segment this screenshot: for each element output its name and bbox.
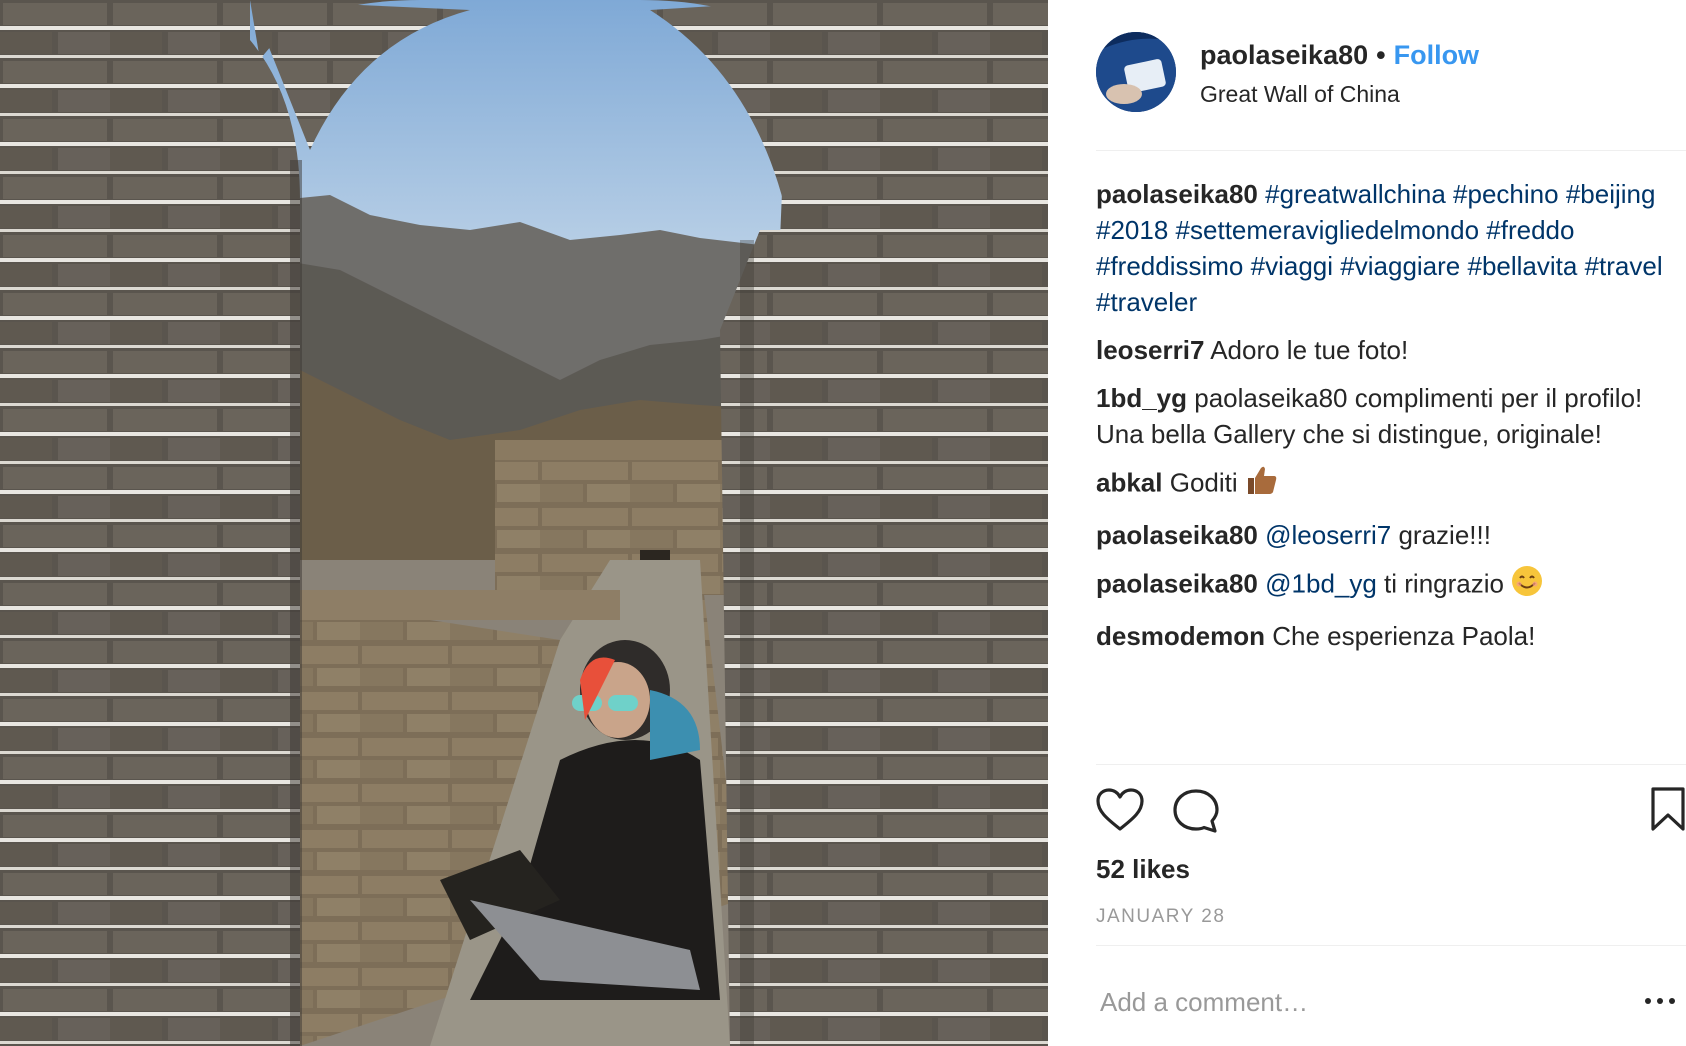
instagram-post-modal: paolaseika80 • Follow Great Wall of China … (0, 0, 1686, 1046)
hashtag-link[interactable]: #greatwallchina (1265, 179, 1446, 209)
smile-emoji-icon (1511, 565, 1543, 606)
comment-text: ti ringrazio (1376, 568, 1512, 599)
comment-text: Che esperienza Paola! (1272, 621, 1536, 651)
comment-divider (1096, 945, 1686, 946)
hashtag-link[interactable]: #bellavita (1468, 251, 1578, 281)
actions-bar (1096, 786, 1686, 839)
comment-text (1446, 179, 1453, 209)
actions-divider (1096, 764, 1686, 765)
comment-item: paolaseika80 @1bd_yg ti ringrazio (1096, 565, 1676, 606)
post-sidebar: paolaseika80 • Follow Great Wall of China … (1048, 0, 1686, 1046)
comment-username[interactable]: paolaseika80 (1096, 568, 1258, 598)
follow-button[interactable]: Follow (1394, 40, 1479, 70)
hashtag-link[interactable]: #2018 (1096, 215, 1168, 245)
comment-username[interactable]: desmodemon (1096, 621, 1265, 651)
comment-item: paolaseika80 #greatwallchina #pechino #b… (1096, 176, 1676, 320)
ellipsis-icon[interactable] (1640, 984, 1680, 1018)
comment-item: leoserri7 Adoro le tue foto! (1096, 332, 1676, 368)
comment-username[interactable]: paolaseika80 (1096, 520, 1258, 550)
header-username-row: paolaseika80 • Follow (1200, 38, 1479, 72)
hashtag-link[interactable]: #traveler (1096, 287, 1197, 317)
comment-text: Goditi (1169, 467, 1245, 498)
header-divider (1096, 150, 1686, 151)
hashtag-link[interactable]: #settemeravigliedelmondo (1176, 215, 1480, 245)
add-comment-input[interactable] (1096, 978, 1644, 1026)
header-username[interactable]: paolaseika80 (1200, 40, 1368, 70)
mention-link[interactable]: @1bd_yg (1265, 568, 1377, 598)
comments-list: paolaseika80 #greatwallchina #pechino #b… (1096, 176, 1676, 666)
hashtag-link[interactable]: #beijing (1566, 179, 1656, 209)
comment-item: 1bd_yg paolaseika80 complimenti per il p… (1096, 380, 1676, 452)
post-photo[interactable] (0, 0, 1048, 1046)
comment-username[interactable]: leoserri7 (1096, 335, 1204, 365)
comment-text (1168, 215, 1175, 245)
hashtag-link[interactable]: #freddo (1486, 215, 1574, 245)
comment-item: desmodemon Che esperienza Paola! (1096, 618, 1676, 654)
thumbs-up-emoji-icon (1245, 464, 1279, 505)
hashtag-link[interactable]: #pechino (1453, 179, 1559, 209)
hashtag-link[interactable]: #travel (1585, 251, 1663, 281)
comment-username[interactable]: paolaseika80 (1096, 179, 1258, 209)
hashtag-link[interactable]: #freddissimo (1096, 251, 1243, 281)
likes-count[interactable]: 52 likes (1096, 852, 1190, 886)
comment-text (1559, 179, 1566, 209)
comment-text (1243, 251, 1250, 281)
mention-link[interactable]: @leoserri7 (1265, 520, 1391, 550)
location-link[interactable]: Great Wall of China (1200, 79, 1400, 109)
hashtag-link[interactable]: #viaggiare (1340, 251, 1460, 281)
bookmark-icon[interactable] (1650, 786, 1686, 837)
comment-icon[interactable] (1172, 788, 1220, 839)
comment-text: grazie!!! (1391, 520, 1491, 550)
post-date[interactable]: JANUARY 28 (1096, 904, 1225, 930)
great-wall-photo (0, 0, 1048, 1046)
comment-text (1577, 251, 1584, 281)
comment-username[interactable]: abkal (1096, 467, 1163, 497)
hashtag-link[interactable]: #viaggi (1251, 251, 1333, 281)
comment-text (1460, 251, 1467, 281)
comment-text: Adoro le tue foto! (1210, 335, 1409, 365)
avatar-image (1096, 32, 1176, 112)
comment-item: abkal Goditi (1096, 464, 1676, 505)
comment-username[interactable]: 1bd_yg (1096, 383, 1187, 413)
comment-item: paolaseika80 @leoserri7 grazie!!! (1096, 517, 1676, 553)
avatar[interactable] (1096, 32, 1176, 112)
heart-icon[interactable] (1096, 788, 1144, 837)
separator-dot: • (1376, 40, 1386, 70)
